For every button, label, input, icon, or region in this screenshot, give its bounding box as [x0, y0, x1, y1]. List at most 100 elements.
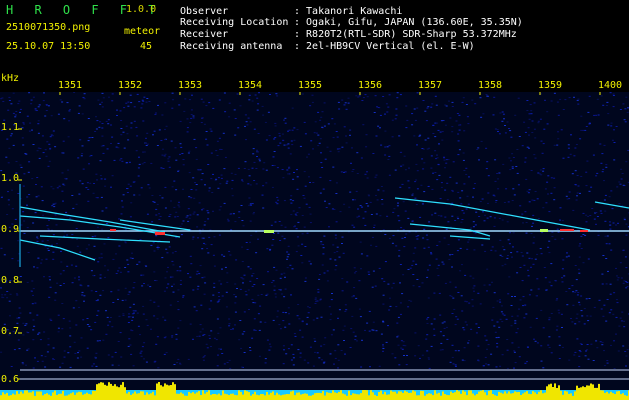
noise-pixel — [402, 164, 405, 166]
noise-pixel — [117, 147, 120, 149]
noise-pixel — [241, 220, 244, 221]
noise-pixel — [112, 302, 115, 303]
noise-pixel — [189, 276, 192, 278]
noise-pixel — [13, 349, 16, 351]
noise-pixel — [382, 346, 385, 348]
noise-pixel — [469, 275, 472, 277]
noise-pixel — [189, 122, 192, 124]
noise-pixel — [68, 120, 71, 122]
noise-pixel — [349, 347, 352, 348]
noise-pixel — [224, 266, 227, 268]
noise-pixel — [76, 245, 79, 247]
noise-pixel — [358, 215, 361, 217]
noise-pixel — [133, 106, 136, 108]
noise-pixel — [536, 278, 539, 280]
noise-pixel — [557, 138, 560, 140]
noise-pixel — [62, 140, 65, 142]
noise-pixel — [234, 324, 236, 326]
noise-pixel — [142, 305, 145, 307]
level-bar — [448, 395, 450, 400]
noise-pixel — [617, 350, 620, 352]
level-bar — [608, 393, 610, 400]
noise-pixel — [560, 129, 563, 131]
noise-pixel — [603, 304, 606, 306]
noise-pixel — [107, 269, 109, 271]
noise-pixel — [451, 131, 454, 133]
noise-pixel — [225, 182, 228, 184]
noise-pixel — [485, 363, 488, 365]
noise-pixel — [307, 306, 309, 308]
level-bar — [10, 395, 12, 400]
noise-pixel — [367, 205, 370, 207]
noise-pixel — [603, 199, 606, 201]
noise-pixel — [195, 273, 198, 275]
noise-pixel — [204, 221, 207, 223]
noise-pixel — [161, 154, 164, 156]
noise-pixel — [295, 215, 298, 216]
noise-pixel — [515, 332, 518, 334]
x-tick-label: 1353 — [178, 80, 203, 91]
noise-pixel — [578, 350, 581, 351]
noise-pixel — [20, 166, 23, 168]
noise-pixel — [440, 342, 443, 344]
level-bar — [624, 395, 626, 400]
noise-pixel — [443, 327, 446, 329]
noise-pixel — [216, 140, 219, 142]
noise-pixel — [122, 313, 125, 315]
noise-pixel — [610, 249, 613, 251]
level-bar — [484, 392, 486, 400]
level-bar — [414, 391, 416, 400]
level-bar — [544, 392, 546, 400]
noise-pixel — [508, 243, 511, 245]
noise-pixel — [574, 184, 577, 186]
noise-pixel — [573, 96, 575, 98]
level-bar — [124, 387, 126, 400]
noise-pixel — [123, 107, 126, 109]
noise-pixel — [145, 137, 147, 139]
noise-pixel — [608, 243, 611, 245]
noise-pixel — [164, 153, 167, 155]
noise-pixel — [50, 319, 53, 321]
noise-pixel — [392, 235, 395, 237]
noise-pixel — [242, 225, 245, 227]
noise-pixel — [289, 199, 292, 201]
noise-pixel — [601, 171, 604, 173]
noise-pixel — [61, 303, 64, 304]
noise-pixel — [156, 245, 159, 247]
noise-pixel — [465, 208, 468, 210]
noise-pixel — [449, 176, 452, 178]
noise-pixel — [497, 188, 500, 190]
noise-pixel — [341, 146, 344, 148]
noise-pixel — [83, 98, 86, 100]
noise-pixel — [164, 102, 167, 104]
noise-pixel — [108, 321, 111, 323]
level-bar — [26, 390, 28, 400]
noise-pixel — [433, 292, 436, 294]
noise-pixel — [99, 294, 102, 296]
noise-pixel — [179, 279, 182, 281]
noise-pixel — [381, 278, 384, 280]
noise-pixel — [607, 270, 609, 272]
noise-pixel — [96, 226, 99, 228]
noise-pixel — [574, 323, 577, 325]
noise-pixel — [1, 294, 4, 296]
noise-pixel — [235, 259, 238, 261]
noise-pixel — [253, 128, 256, 130]
noise-pixel — [615, 126, 618, 127]
noise-pixel — [388, 237, 391, 239]
noise-pixel — [461, 359, 464, 361]
noise-pixel — [430, 106, 433, 108]
noise-pixel — [553, 177, 556, 179]
noise-pixel — [176, 216, 179, 217]
noise-pixel — [273, 285, 276, 287]
noise-pixel — [96, 197, 99, 199]
noise-pixel — [588, 95, 591, 97]
noise-pixel — [153, 315, 156, 317]
noise-pixel — [400, 227, 403, 229]
noise-pixel — [337, 151, 340, 153]
noise-pixel — [608, 312, 611, 314]
noise-pixel — [472, 287, 475, 289]
noise-pixel — [207, 252, 210, 254]
noise-pixel — [359, 205, 362, 207]
noise-pixel — [52, 130, 55, 132]
